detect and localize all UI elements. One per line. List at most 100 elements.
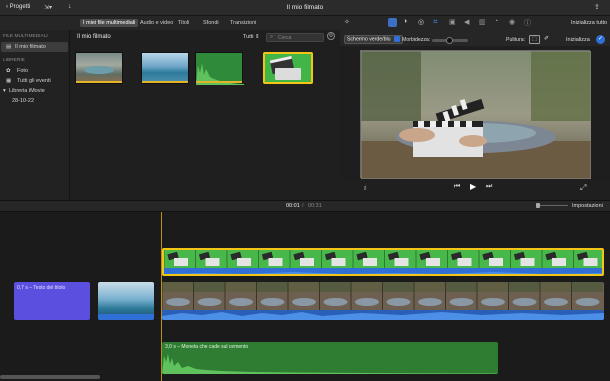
tree-frame	[256, 282, 288, 292]
effect-select[interactable]: Schermo verde/blu	[344, 35, 403, 44]
media-browser: Il mio filmato Tutti ⇕ ⌕ Cerca ⚙	[71, 30, 340, 200]
sidebar-item-photos[interactable]: Foto	[17, 68, 28, 74]
fountain-frame	[544, 298, 568, 306]
fountain-frame	[260, 298, 285, 306]
media-thumbnail[interactable]	[75, 52, 123, 84]
previous-icon[interactable]: ⏮	[454, 183, 460, 191]
used-marker	[196, 81, 242, 83]
reset-button[interactable]: Inizializza	[566, 37, 590, 43]
fountain-frame	[386, 298, 411, 306]
volume-icon[interactable]: ◀	[464, 18, 469, 26]
media-thumbnail[interactable]	[141, 52, 189, 84]
clapperboard-frame	[300, 258, 314, 266]
current-time: 00:01	[286, 203, 300, 209]
media-header: FILE MULTIMEDIALI	[3, 34, 48, 39]
eraser-icon[interactable]: ✐	[544, 35, 549, 42]
media-thumbnail-selected[interactable]	[263, 52, 313, 84]
disclosure-triangle-icon[interactable]: ▾	[3, 88, 6, 94]
viewer-toolbar: ✧ ◑ ◎ ⌗ ▣ ◀ ▥ ◔ ◉ ⓘ Inizializza tutto Sc…	[340, 16, 610, 46]
speed-icon[interactable]: ◔	[494, 18, 498, 25]
greenscreen-clip-selected[interactable]	[162, 248, 604, 276]
tab-my-media[interactable]: I miei file multimediali	[80, 19, 139, 27]
tree-frame	[351, 282, 383, 292]
search-field[interactable]: ⌕ Cerca	[266, 33, 324, 42]
slider-knob[interactable]	[446, 37, 453, 44]
clapperboard-frame	[205, 258, 220, 266]
slider-knob[interactable]	[536, 203, 540, 208]
share-icon[interactable]: ⇪	[594, 3, 600, 11]
clapperboard-frame	[426, 258, 440, 266]
sidebar-item-library[interactable]: Libreria iMovie	[9, 88, 45, 94]
tree-frame	[193, 282, 225, 292]
tab-audio-video[interactable]: Audio e video	[137, 19, 176, 27]
fountain-frame	[197, 298, 222, 306]
magic-wand-icon[interactable]: ✧	[344, 18, 350, 26]
softness-slider[interactable]	[432, 37, 468, 44]
fountain-frame	[418, 298, 442, 306]
total-time: 00:31	[308, 203, 322, 209]
sidebar-item-label: Il mio filmato	[15, 44, 46, 50]
fountain-clip[interactable]	[162, 282, 604, 320]
sidebar-item-event[interactable]: 28-10-22	[12, 98, 34, 104]
crop-icon[interactable]: ⌗	[433, 17, 438, 27]
clapperboard-body	[275, 68, 301, 80]
libraries-header: LIBRERIE	[3, 58, 25, 63]
audio-thumbnail[interactable]	[195, 52, 244, 85]
equalizer-icon[interactable]: ▥	[479, 18, 486, 26]
clapperboard-frame	[268, 258, 283, 266]
clapperboard-frame	[331, 258, 346, 266]
fountain-shape	[84, 66, 114, 74]
used-marker	[142, 81, 188, 83]
clip-filmstrip	[162, 282, 604, 320]
clapperboard-frame	[457, 258, 472, 266]
tree-frame	[382, 282, 414, 292]
fountain-frame	[449, 298, 474, 306]
browser-tabs: I miei file multimediali Audio e video T…	[0, 16, 340, 30]
clip-filter-icon[interactable]: ⓘ	[524, 18, 531, 28]
reset-all-button[interactable]: Inizializza tutto	[571, 20, 607, 26]
apply-check-icon[interactable]: ✓	[596, 35, 605, 44]
tree-frame	[162, 282, 194, 292]
clapperboard-frame	[520, 258, 535, 266]
tab-backgrounds[interactable]: Sfondi	[200, 19, 222, 27]
color-balance-icon[interactable]: ◑	[403, 18, 407, 25]
preview-viewer[interactable]	[360, 50, 591, 179]
tab-transitions[interactable]: Transizioni	[227, 19, 259, 27]
tab-titles[interactable]: Titoli	[175, 19, 192, 27]
tree-frame	[414, 282, 446, 292]
settings-icon[interactable]: ⚙	[327, 32, 335, 40]
color-correction-icon[interactable]: ◎	[418, 18, 424, 26]
film-icon: ▤	[6, 44, 12, 50]
timeline-settings-button[interactable]: Impostazioni	[572, 203, 603, 209]
chevron-down-icon	[394, 36, 400, 42]
timeline-scrollbar[interactable]	[0, 375, 100, 379]
timeline[interactable]: 0,7 s – Testo del titolo 3,0 s – Moneta …	[0, 212, 610, 381]
fountain-frame	[355, 298, 379, 306]
title-bar: ‹ Progetti ⇲▾ ↓ Il mio filmato ⇪	[0, 0, 610, 16]
tree-frame	[508, 282, 540, 292]
microphone-icon[interactable]: ♁	[362, 183, 368, 192]
zoom-slider[interactable]	[536, 203, 568, 208]
audio-clip[interactable]: 3,0 s – Moneta che cade sul cemento	[162, 342, 498, 374]
viewer-controls: ♁ ⏮ ▶ ⏭ ⤢	[340, 180, 610, 200]
overlay-settings-icon[interactable]	[388, 18, 397, 27]
preview-frame	[361, 51, 591, 179]
title-clip[interactable]: 0,7 s – Testo del titolo	[14, 282, 90, 320]
fountain-frame	[512, 298, 537, 306]
filter-select[interactable]: Tutti ⇕	[243, 34, 260, 40]
used-marker	[76, 81, 122, 83]
sidebar-item-all-events[interactable]: Tutti gli eventi	[17, 78, 51, 84]
next-icon[interactable]: ⏭	[486, 183, 492, 191]
sea-clip[interactable]	[98, 282, 154, 320]
cleanup-brush-icon[interactable]: ⬚	[529, 35, 540, 44]
fountain-frame	[575, 298, 600, 306]
stabilization-icon[interactable]: ▣	[449, 18, 456, 26]
photos-icon: ✿	[6, 68, 11, 74]
fullscreen-icon[interactable]: ⤢	[580, 183, 586, 193]
noise-reduction-icon[interactable]: ◉	[509, 18, 515, 26]
fountain-frame	[292, 298, 316, 306]
play-icon[interactable]: ▶	[470, 182, 476, 191]
fountain-frame	[481, 298, 505, 306]
tree-frame	[540, 282, 572, 292]
clapperboard-frame	[174, 258, 188, 266]
